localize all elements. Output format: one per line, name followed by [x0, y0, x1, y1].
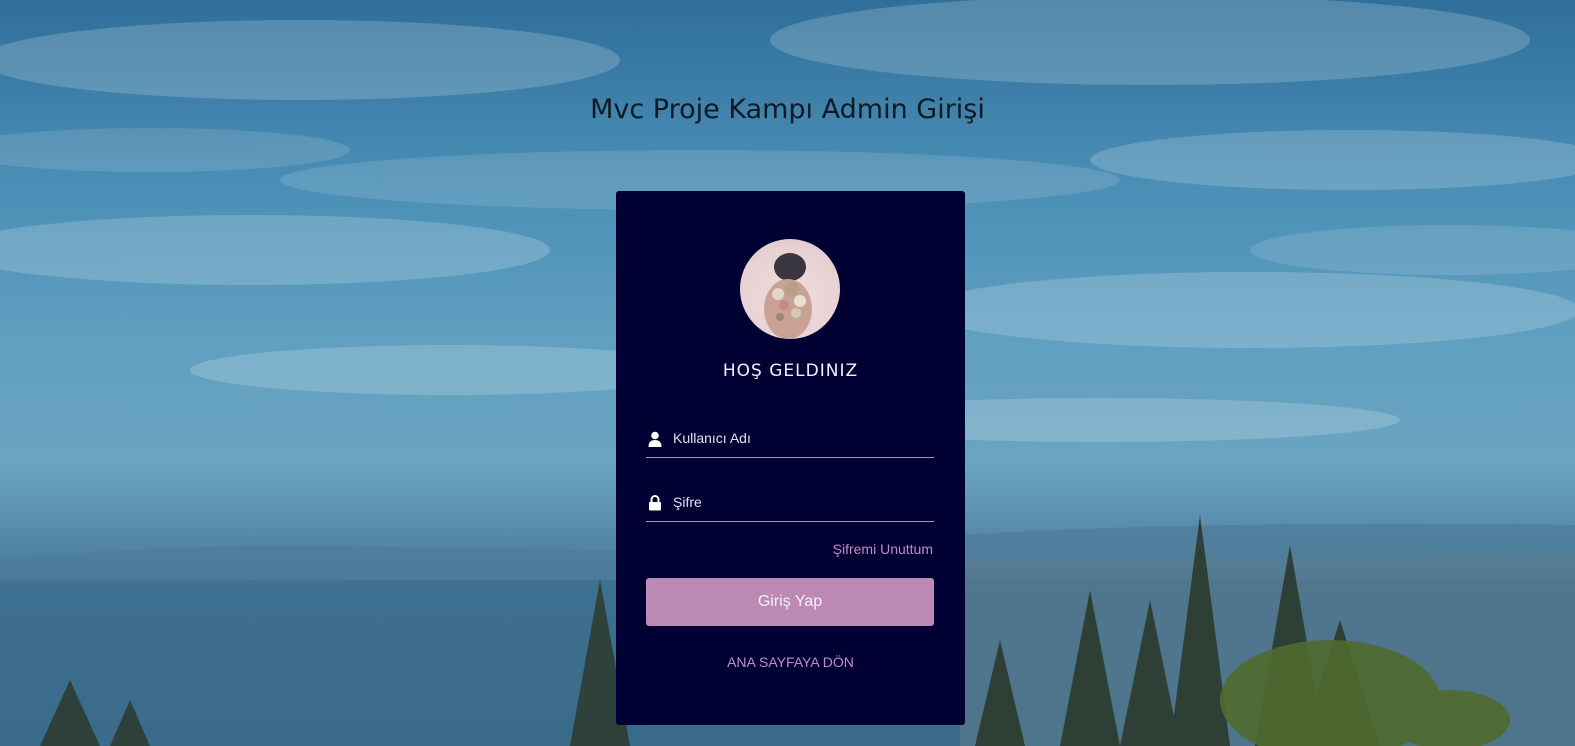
forgot-password-link[interactable]: Şifremi Unuttum	[833, 541, 933, 557]
profile-avatar	[740, 239, 840, 339]
login-card: HOŞ GELDINIZ Şifremi Unuttum Giriş Yap A…	[616, 191, 965, 725]
welcome-heading: HOŞ GELDINIZ	[722, 361, 859, 381]
user-icon	[648, 431, 662, 447]
login-button[interactable]: Giriş Yap	[646, 578, 934, 626]
back-to-home-link[interactable]: ANA SAYFAYA DÖN	[616, 654, 965, 670]
password-input[interactable]	[673, 489, 928, 515]
page-title: Mvc Proje Kampı Admin Girişi	[590, 94, 985, 125]
username-input[interactable]	[673, 425, 928, 451]
lock-icon	[648, 495, 662, 511]
password-field	[646, 481, 934, 522]
username-field	[646, 417, 934, 458]
